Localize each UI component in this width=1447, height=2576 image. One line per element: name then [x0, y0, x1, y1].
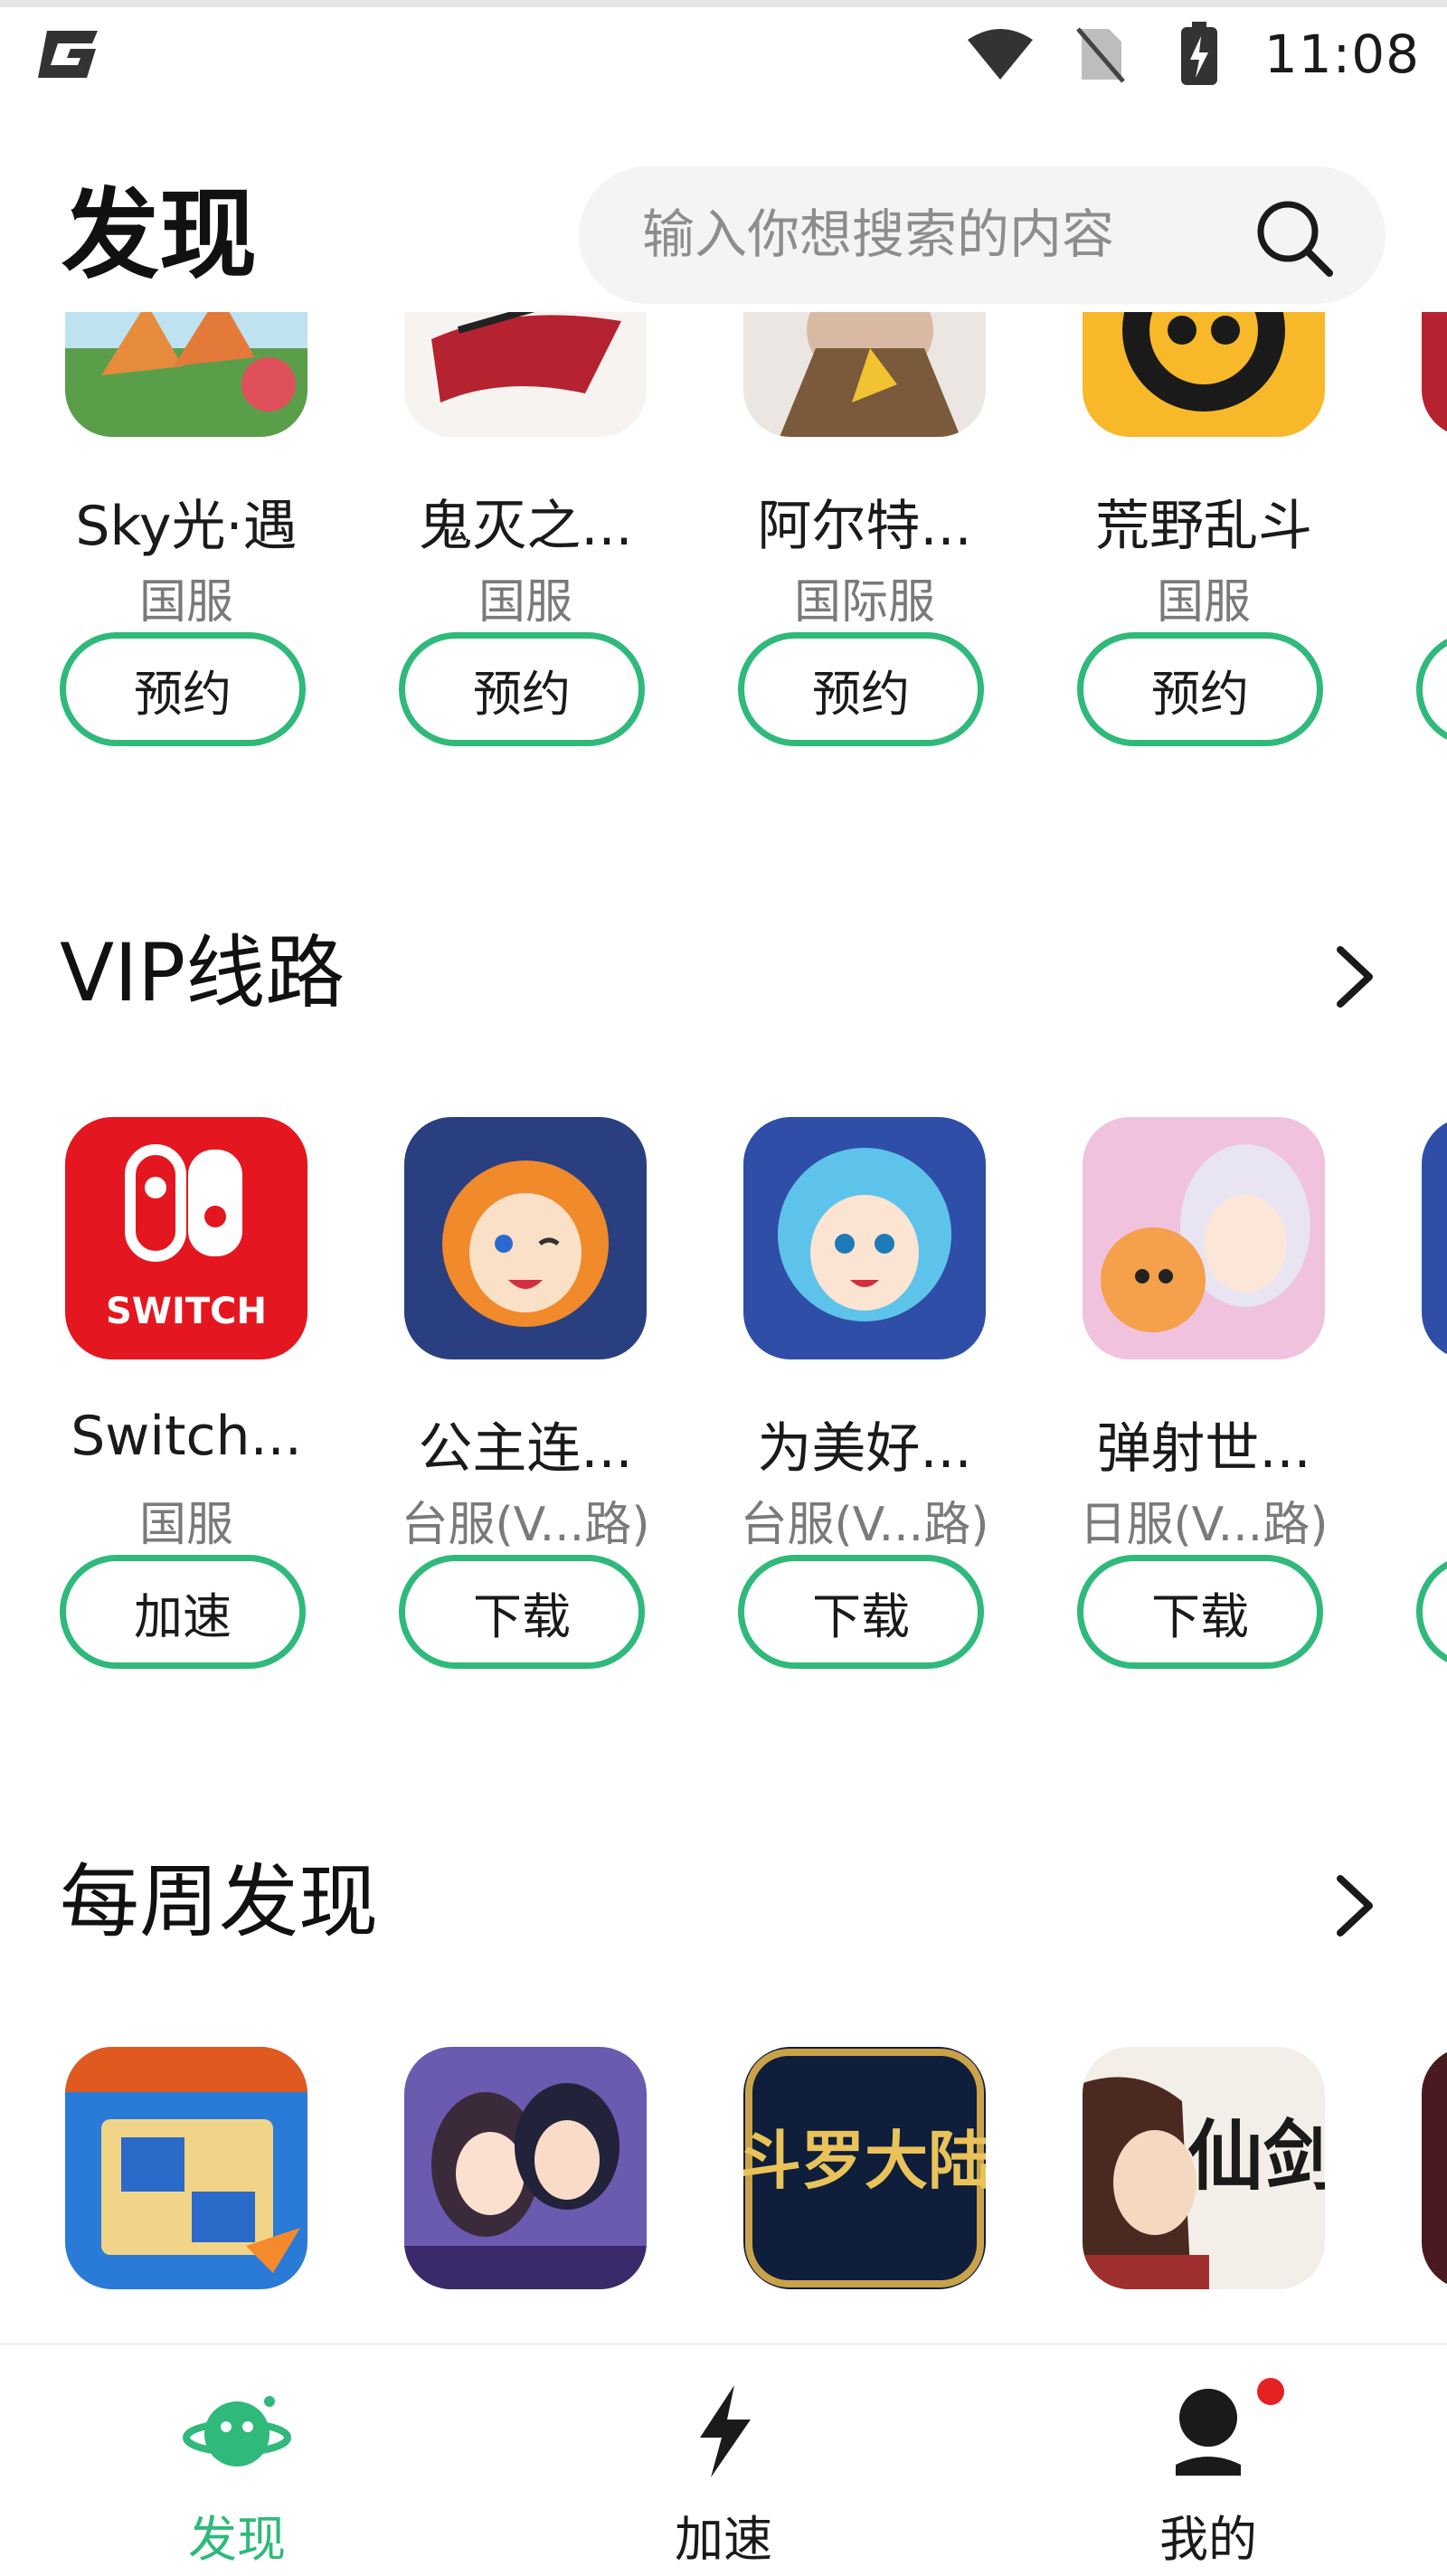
reserve-button[interactable]: 预约	[738, 632, 984, 746]
svg-text:仙剑: 仙剑	[1187, 2111, 1325, 2201]
game-card[interactable]: Sky光·遇 国服 预约	[60, 312, 313, 746]
page-title: 发现	[61, 179, 258, 292]
lightning-icon[interactable]	[669, 2382, 778, 2481]
reserve-button[interactable]: 预约	[1077, 632, 1323, 746]
game-name: 为美好...	[757, 1417, 972, 1481]
user-icon[interactable]	[1154, 2382, 1263, 2481]
planet-icon[interactable]	[183, 2382, 291, 2481]
game-server: 台服(V...路)	[740, 1498, 989, 1552]
game-card-partial[interactable]	[1416, 2047, 1447, 2343]
game-card[interactable]: 弹射世... 日服(V...路) 下载	[1077, 1117, 1330, 1669]
game-name: Sky光·遇	[75, 495, 298, 558]
search-input[interactable]: 输入你想搜索的内容	[642, 205, 1114, 264]
download-button[interactable]: 下载	[399, 1555, 645, 1669]
game-icon-princess-connect[interactable]	[404, 1117, 647, 1359]
game-icon-romance[interactable]	[404, 2047, 647, 2289]
game-icon-alter[interactable]	[743, 312, 986, 437]
reserve-button[interactable]: 预约	[60, 632, 306, 746]
game-card[interactable]: 斗罗大陆	[738, 2047, 991, 2343]
game-icon-switch[interactable]: SWITCH	[65, 1117, 307, 1359]
svg-text:SWITCH: SWITCH	[106, 1291, 267, 1332]
weekly-row: 斗罗大陆 仙剑	[0, 2047, 1447, 2343]
game-server: 国际服	[793, 575, 935, 630]
download-button[interactable]: 下载	[1077, 1555, 1323, 1669]
game-card[interactable]	[60, 2047, 313, 2343]
nav-item-profile[interactable]: 我的	[1091, 2382, 1326, 2568]
game-icon-puzzle[interactable]	[65, 2047, 307, 2289]
app-logo-icon	[38, 31, 98, 78]
top-edge	[0, 0, 1447, 7]
game-server: 国服	[1156, 575, 1251, 630]
status-time: 11:08	[1263, 24, 1420, 85]
game-icon-world-flipper[interactable]	[1083, 1117, 1325, 1359]
game-name: 弹射世...	[1096, 1417, 1311, 1481]
game-card[interactable]: 鬼灭之... 国服 预约	[399, 312, 652, 746]
nav-label: 发现	[188, 2511, 286, 2568]
chevron-right-icon[interactable]	[1322, 941, 1386, 1013]
game-card-partial[interactable]	[1416, 312, 1447, 746]
nav-label: 我的	[1159, 2511, 1257, 2568]
notification-badge	[1257, 2378, 1284, 2405]
game-server: 国服	[138, 575, 233, 630]
wifi-icon	[966, 25, 1035, 83]
game-icon-brawl-stars[interactable]	[1083, 312, 1325, 437]
nav-label: 加速	[675, 2511, 772, 2568]
game-icon-demon-slayer[interactable]	[404, 312, 647, 437]
accelerate-button[interactable]: 加速	[60, 1555, 306, 1669]
game-card[interactable]: 荒野乱斗 国服 预约	[1077, 312, 1330, 746]
game-card[interactable]	[399, 2047, 652, 2343]
content-scroll[interactable]: Sky光·遇 国服 预约 鬼灭之... 国服 预约 阿尔特... 国际服 预约	[0, 312, 1447, 2343]
download-button[interactable]: 下载	[738, 1555, 984, 1669]
game-name: 鬼灭之...	[418, 495, 633, 558]
chevron-right-icon[interactable]	[1322, 1870, 1386, 1942]
section-title: VIP线路	[60, 926, 345, 1019]
game-name: 公主连...	[418, 1417, 633, 1481]
game-name: Switch...	[71, 1405, 302, 1468]
game-name: 荒野乱斗	[1095, 495, 1312, 558]
reserve-button[interactable]: 预约	[399, 632, 645, 746]
game-icon-douluo[interactable]: 斗罗大陆	[743, 2047, 986, 2289]
nav-item-discover[interactable]: 发现	[119, 2382, 355, 2568]
game-icon-sky[interactable]	[65, 312, 307, 437]
game-card[interactable]: 阿尔特... 国际服 预约	[738, 312, 991, 746]
section-title: 每周发现	[60, 1855, 379, 1948]
battery-charging-icon	[1165, 22, 1234, 85]
game-server: 国服	[478, 575, 572, 630]
svg-text:斗罗大陆: 斗罗大陆	[743, 2123, 986, 2198]
game-icon-xianjian[interactable]: 仙剑	[1083, 2047, 1325, 2289]
game-server: 日服(V...路)	[1079, 1498, 1329, 1552]
game-card[interactable]: SWITCH Switch... 国服 加速	[60, 1117, 313, 1669]
reservation-row: Sky光·遇 国服 预约 鬼灭之... 国服 预约 阿尔特... 国际服 预约	[0, 312, 1447, 746]
reserve-button-partial[interactable]	[1416, 632, 1447, 746]
game-card[interactable]: 仙剑	[1077, 2047, 1330, 2343]
nav-item-accelerate[interactable]: 加速	[606, 2382, 841, 2568]
search-bar[interactable]: 输入你想搜索的内容	[579, 166, 1386, 304]
game-name: 阿尔特...	[757, 495, 972, 558]
header: 发现 输入你想搜索的内容	[0, 163, 1447, 308]
bottom-navigation: 发现 加速 我的	[0, 2343, 1447, 2576]
vip-row: SWITCH Switch... 国服 加速 公主连... 台服(V...路) …	[0, 1117, 1447, 1669]
status-bar: 11:08	[0, 0, 1447, 109]
search-icon[interactable]	[1250, 194, 1337, 280]
weekly-section-header[interactable]: 每周发现	[0, 1842, 1447, 1960]
game-icon-partial[interactable]	[1422, 312, 1447, 437]
game-server: 国服	[138, 1498, 233, 1552]
game-card[interactable]: 公主连... 台服(V...路) 下载	[399, 1117, 652, 1669]
game-icon-konosuba[interactable]	[743, 1117, 986, 1359]
game-card-partial[interactable]	[1416, 1117, 1447, 1669]
download-button-partial[interactable]	[1416, 1555, 1447, 1669]
game-icon-partial[interactable]	[1422, 1117, 1447, 1359]
game-icon-partial[interactable]	[1422, 2047, 1447, 2289]
no-sim-icon	[1065, 25, 1134, 83]
game-card[interactable]: 为美好... 台服(V...路) 下载	[738, 1117, 991, 1669]
vip-section-header[interactable]: VIP线路	[0, 914, 1447, 1031]
game-server: 台服(V...路)	[401, 1498, 650, 1552]
